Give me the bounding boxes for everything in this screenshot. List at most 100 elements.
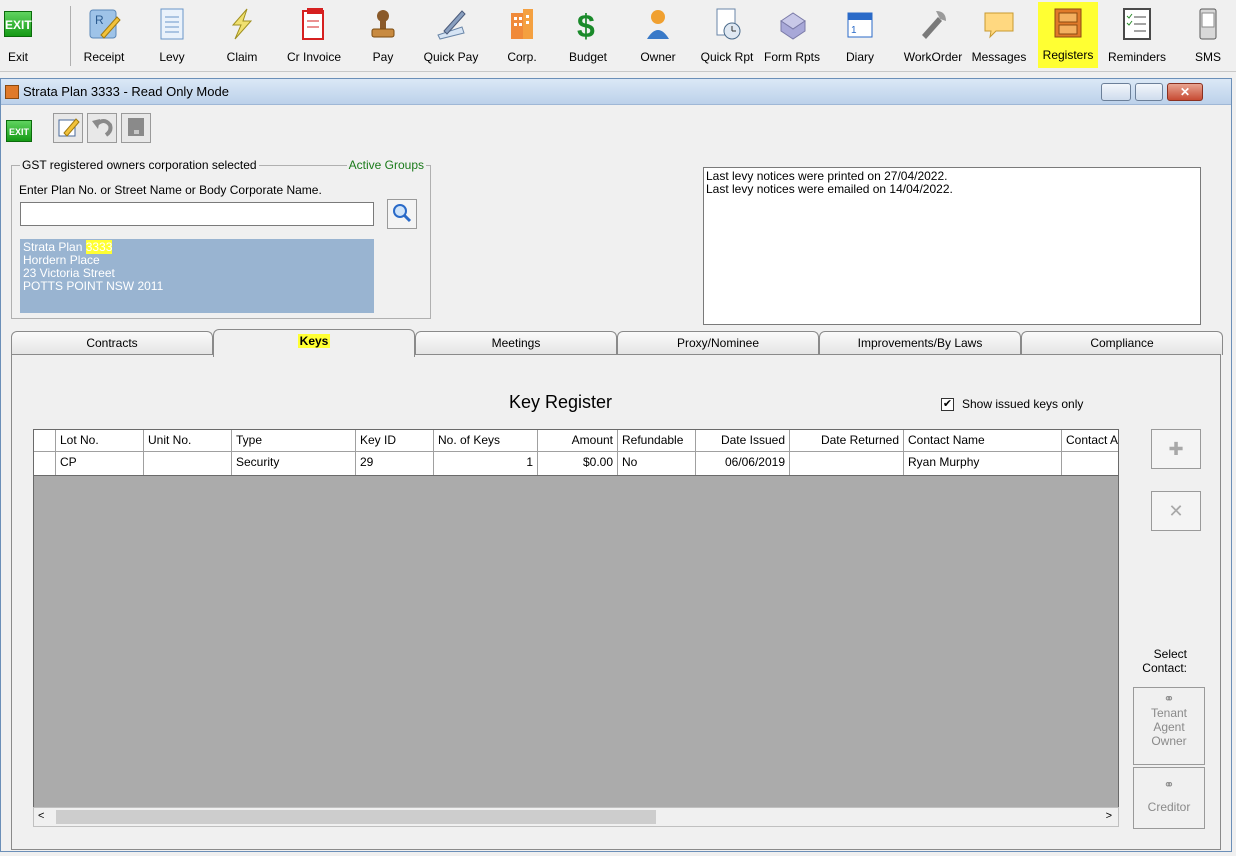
cell-key-id: 29: [356, 452, 434, 475]
row-selector[interactable]: [34, 452, 56, 475]
plan-number: 3333: [85, 240, 113, 254]
registers-toolbar-button[interactable]: Registers: [1038, 2, 1098, 68]
col-amount[interactable]: Amount: [538, 430, 618, 451]
select-creditor-button[interactable]: ⚭ Creditor: [1133, 767, 1205, 829]
maximize-button[interactable]: [1135, 83, 1163, 101]
window-icon: [5, 84, 19, 99]
levy-icon: [154, 6, 190, 42]
save-icon: [124, 115, 148, 142]
scroll-left-arrow-icon[interactable]: <: [38, 810, 44, 822]
reminders-toolbar-button[interactable]: Reminders: [1104, 4, 1170, 66]
cell-type: Security: [232, 452, 356, 475]
selected-plan-box[interactable]: Strata Plan 3333 Hordern Place 23 Victor…: [20, 239, 374, 313]
scroll-thumb[interactable]: [56, 810, 656, 824]
owner-toolbar-button[interactable]: Owner: [636, 4, 680, 66]
add-key-button[interactable]: ✚: [1151, 429, 1201, 469]
register-tabs: Contracts Keys Meetings Proxy/Nominee Im…: [11, 329, 1223, 357]
corp-label: Corp.: [507, 50, 537, 64]
levy-notices-box: Last levy notices were printed on 27/04/…: [703, 167, 1201, 325]
speech-bubble-icon: [981, 6, 1017, 42]
grid-header: Lot No. Unit No. Type Key ID No. of Keys…: [34, 430, 1118, 452]
form-rpts-toolbar-button[interactable]: Form Rpts: [760, 4, 824, 66]
levy-toolbar-button[interactable]: Levy: [154, 4, 190, 66]
checklist-icon: [1119, 6, 1155, 42]
plan-search-input[interactable]: [20, 202, 374, 226]
cell-date-returned: [790, 452, 904, 475]
claim-toolbar-button[interactable]: Claim: [222, 4, 262, 66]
stamp-icon: [365, 6, 401, 42]
col-date-returned[interactable]: Date Returned: [790, 430, 904, 451]
select-contact-line2: Contact:: [1142, 661, 1187, 675]
strata-plan-window: Strata Plan 3333 - Read Only Mode ✕ EXIT…: [0, 78, 1232, 852]
main-toolbar: EXIT Exit R Receipt Levy Claim Cr Invoic…: [0, 0, 1236, 72]
scroll-right-arrow-icon[interactable]: >: [1106, 810, 1112, 822]
tab-meetings[interactable]: Meetings: [415, 331, 617, 355]
edit-button[interactable]: [53, 113, 83, 143]
col-contact-address[interactable]: Contact Ad: [1062, 430, 1118, 451]
delete-key-button[interactable]: ✕: [1151, 491, 1201, 531]
undo-button[interactable]: [87, 113, 117, 143]
select-tenant-agent-owner-button[interactable]: ⚭ Tenant Agent Owner: [1133, 687, 1205, 765]
binoculars-icon: ⚭: [1163, 691, 1175, 706]
tab-keys[interactable]: Keys: [213, 329, 415, 357]
cr-invoice-toolbar-button[interactable]: Cr Invoice: [282, 4, 346, 66]
invoice-icon: [296, 6, 332, 42]
receipt-icon: R: [86, 6, 122, 42]
table-row[interactable]: CP Security 29 1 $0.00 No 06/06/2019 Rya…: [34, 452, 1118, 476]
grid-horizontal-scrollbar[interactable]: < >: [33, 807, 1119, 827]
sms-toolbar-button[interactable]: SMS: [1190, 4, 1226, 66]
receipt-label: Receipt: [83, 50, 125, 64]
tab-improvements[interactable]: Improvements/By Laws: [819, 331, 1021, 355]
col-type[interactable]: Type: [232, 430, 356, 451]
cell-refundable: No: [618, 452, 696, 475]
col-key-id[interactable]: Key ID: [356, 430, 434, 451]
tab-contracts-label: Contracts: [86, 336, 138, 350]
col-contact-name[interactable]: Contact Name: [904, 430, 1062, 451]
select-contact-line1: Select: [1153, 647, 1187, 661]
show-issued-checkbox[interactable]: ✔ Show issued keys only: [941, 397, 1083, 411]
plan-prefix: Strata Plan: [23, 240, 86, 254]
exit-small-button[interactable]: EXIT: [5, 117, 33, 145]
tab-contracts[interactable]: Contracts: [11, 331, 213, 355]
col-refundable[interactable]: Refundable: [618, 430, 696, 451]
quick-pay-icon: [433, 6, 469, 42]
cr-invoice-label: Cr Invoice: [286, 50, 342, 64]
person-icon: [640, 6, 676, 42]
pay-toolbar-button[interactable]: Pay: [366, 4, 400, 66]
search-button[interactable]: [387, 199, 417, 229]
col-unit-no[interactable]: Unit No.: [144, 430, 232, 451]
undo-icon: [90, 115, 114, 142]
minimize-button[interactable]: [1101, 83, 1131, 101]
receipt-toolbar-button[interactable]: R Receipt: [82, 4, 126, 66]
messages-toolbar-button[interactable]: Messages: [966, 4, 1032, 66]
col-no-of-keys[interactable]: No. of Keys: [434, 430, 538, 451]
corp-toolbar-button[interactable]: Corp.: [502, 4, 542, 66]
budget-toolbar-button[interactable]: $ Budget: [564, 4, 612, 66]
cell-date-issued: 06/06/2019: [696, 452, 790, 475]
quick-rpt-toolbar-button[interactable]: Quick Rpt: [696, 4, 758, 66]
key-register-title: Key Register: [509, 392, 613, 412]
exit-label: Exit: [7, 50, 28, 64]
quick-pay-toolbar-button[interactable]: Quick Pay: [420, 4, 482, 66]
save-button[interactable]: [121, 113, 151, 143]
exit-toolbar-button[interactable]: EXIT Exit: [2, 4, 34, 66]
tab-proxy-nominee[interactable]: Proxy/Nominee: [617, 331, 819, 355]
key-register-grid: Lot No. Unit No. Type Key ID No. of Keys…: [33, 429, 1119, 811]
active-groups-link[interactable]: Active Groups: [346, 158, 426, 172]
close-button[interactable]: ✕: [1167, 83, 1203, 101]
pay-label: Pay: [372, 50, 394, 64]
tab-keys-label: Keys: [297, 334, 331, 348]
workorder-toolbar-button[interactable]: WorkOrder: [900, 4, 966, 66]
claim-label: Claim: [226, 50, 258, 64]
registers-label: Registers: [1042, 48, 1094, 62]
col-lot-no[interactable]: Lot No.: [56, 430, 144, 451]
messages-label: Messages: [971, 50, 1027, 64]
col-date-issued[interactable]: Date Issued: [696, 430, 790, 451]
levy-emailed-notice: Last levy notices were emailed on 14/04/…: [706, 182, 953, 196]
diary-toolbar-button[interactable]: 1 Diary: [840, 4, 880, 66]
tab-improvements-label: Improvements/By Laws: [857, 336, 983, 350]
owner-label: Owner: [640, 50, 676, 64]
owner-label-side: Owner: [1151, 734, 1187, 748]
tab-compliance[interactable]: Compliance: [1021, 331, 1223, 355]
svg-text:R: R: [95, 13, 104, 27]
